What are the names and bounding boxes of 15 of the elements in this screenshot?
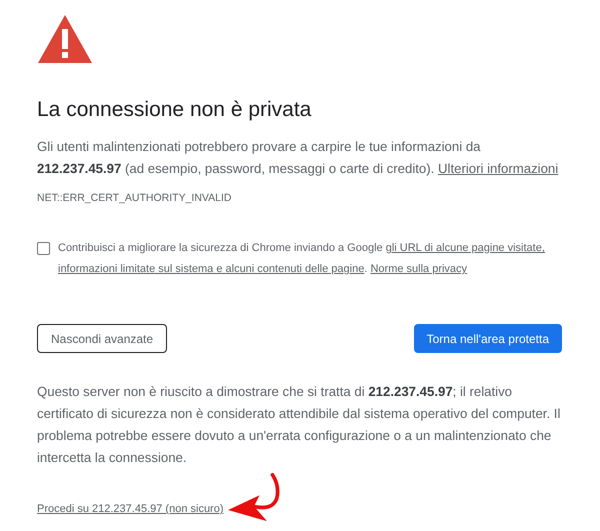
proceed-link[interactable]: Procedi su 212.237.45.97 (non sicuro): [37, 503, 224, 515]
learn-more-link[interactable]: Ulteriori informazioni: [438, 161, 558, 176]
opt-in-link[interactable]: gli URL di alcune pagine visitate,: [386, 242, 545, 254]
opt-in-link[interactable]: Norme sulla privacy: [370, 263, 468, 275]
error-code: NET::ERR_CERT_AUTHORITY_INVALID: [37, 192, 232, 204]
hide-advanced-button[interactable]: Nascondi avanzate: [37, 324, 168, 353]
page-title: La connessione non è privata: [37, 98, 312, 122]
annotation-arrow: [226, 473, 282, 523]
details-text: Questo server non è riuscito a dimostrare che si tratta di 212.237.45.97; il relativo certificato di sicurezza non è considerato attendibile dal sistema operativo del computer. Il problema potrebbe essere dovuto a un'errata configurazione o a un malintenzionato che intercetta la connessione.: [37, 383, 562, 467]
back-to-safety-button[interactable]: Torna nell'area protetta: [414, 324, 562, 353]
warning-message: Gli utenti malintenzionati potrebbero provare a carpire le tue informazioni da 212.237.45.97 (ad esempio, password, messaggi o carte di credito). Ulteriori informazioni: [37, 138, 560, 178]
warning-icon: [37, 14, 93, 64]
opt-in-text: Contribuisci a migliorare la sicurezza di Chrome inviando a Google gli URL di alcune pagine visitate, informazioni limitate sul sistema e alcuni contenuti delle pagine. Norme sulla privacy: [58, 241, 546, 277]
checkbox[interactable]: [37, 242, 50, 255]
opt-in-link[interactable]: informazioni limitate sul sistema e alcuni contenuti delle pagine: [58, 263, 364, 275]
